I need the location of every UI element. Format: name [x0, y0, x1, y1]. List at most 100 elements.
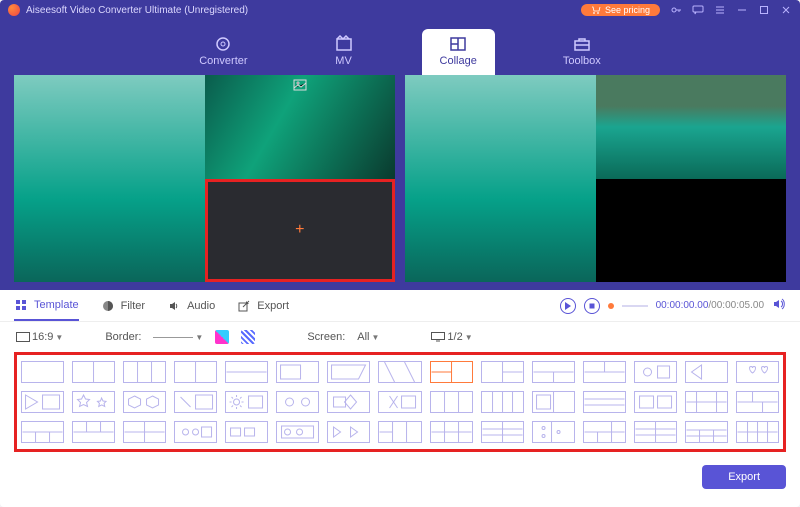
- template-option-24[interactable]: [481, 391, 524, 413]
- close-button[interactable]: [780, 4, 792, 16]
- template-option-25[interactable]: [532, 391, 575, 413]
- subtab-filter[interactable]: Filter: [101, 292, 145, 320]
- template-option-41[interactable]: [583, 421, 626, 443]
- template-option-39[interactable]: [481, 421, 524, 443]
- template-option-12[interactable]: [634, 361, 677, 383]
- template-option-17[interactable]: [123, 391, 166, 413]
- title-bar: Aiseesoft Video Converter Ultimate (Unre…: [0, 0, 800, 20]
- sub-tab-bar: Template Filter Audio Export 00:00:00.00…: [0, 290, 800, 322]
- template-option-36[interactable]: [327, 421, 370, 443]
- preview-cell-2: [405, 75, 596, 282]
- template-option-44[interactable]: [736, 421, 779, 443]
- preview-cell-1: [596, 75, 787, 179]
- template-option-21[interactable]: [327, 391, 370, 413]
- border-style-dropdown[interactable]: ▼: [153, 333, 203, 342]
- template-option-3[interactable]: [174, 361, 217, 383]
- screen-dropdown[interactable]: All ▼: [357, 331, 379, 343]
- tab-converter-label: Converter: [199, 55, 247, 67]
- split-dropdown[interactable]: 1/2 ▼: [431, 331, 472, 343]
- template-option-15[interactable]: [21, 391, 64, 413]
- border-color-picker[interactable]: [215, 330, 229, 344]
- template-option-0[interactable]: [21, 361, 64, 383]
- playback-track[interactable]: [622, 305, 648, 307]
- template-option-34[interactable]: [225, 421, 268, 443]
- template-option-42[interactable]: [634, 421, 677, 443]
- template-option-43[interactable]: [685, 421, 728, 443]
- template-option-40[interactable]: [532, 421, 575, 443]
- template-option-26[interactable]: [583, 391, 626, 413]
- template-option-22[interactable]: [378, 391, 421, 413]
- feedback-icon[interactable]: [692, 4, 704, 16]
- tab-converter[interactable]: Converter: [181, 29, 265, 75]
- image-placeholder-icon: [293, 79, 307, 91]
- mv-icon: [334, 35, 354, 53]
- tab-toolbox[interactable]: Toolbox: [545, 29, 619, 75]
- minimize-button[interactable]: [736, 4, 748, 16]
- collage-icon: [448, 35, 468, 53]
- play-button[interactable]: [560, 298, 576, 314]
- app-logo-icon: [8, 4, 20, 16]
- border-label: Border:: [105, 331, 141, 343]
- ratio-icon: [16, 332, 30, 342]
- template-option-23[interactable]: [430, 391, 473, 413]
- template-grid-wrap: [14, 352, 786, 452]
- template-option-13[interactable]: [685, 361, 728, 383]
- see-pricing-label: See pricing: [605, 5, 650, 15]
- template-option-14[interactable]: [736, 361, 779, 383]
- template-option-2[interactable]: [123, 361, 166, 383]
- template-option-30[interactable]: [21, 421, 64, 443]
- border-line-icon: [153, 337, 193, 338]
- options-bar: 16:9 ▼ Border: ▼ Screen: All ▼ 1/2 ▼: [0, 322, 800, 352]
- template-option-5[interactable]: [276, 361, 319, 383]
- screen-label: Screen:: [307, 331, 345, 343]
- playhead-marker[interactable]: [608, 303, 614, 309]
- footer: Export: [0, 460, 800, 494]
- see-pricing-button[interactable]: See pricing: [581, 4, 660, 16]
- template-option-7[interactable]: [378, 361, 421, 383]
- subtab-export[interactable]: Export: [237, 292, 289, 320]
- menu-icon[interactable]: [714, 4, 726, 16]
- tab-toolbox-label: Toolbox: [563, 55, 601, 67]
- export-button[interactable]: Export: [702, 465, 786, 489]
- subtab-template[interactable]: Template: [14, 291, 79, 321]
- template-option-4[interactable]: [225, 361, 268, 383]
- template-option-9[interactable]: [481, 361, 524, 383]
- template-option-1[interactable]: [72, 361, 115, 383]
- collage-preview: [405, 75, 786, 282]
- template-option-27[interactable]: [634, 391, 677, 413]
- template-option-38[interactable]: [430, 421, 473, 443]
- template-option-28[interactable]: [685, 391, 728, 413]
- template-option-35[interactable]: [276, 421, 319, 443]
- template-option-37[interactable]: [378, 421, 421, 443]
- template-option-31[interactable]: [72, 421, 115, 443]
- collage-add-cell[interactable]: +: [205, 179, 396, 283]
- template-option-18[interactable]: [174, 391, 217, 413]
- collage-editor[interactable]: +: [14, 75, 395, 282]
- preview-cell-3: [596, 179, 787, 283]
- subtab-audio[interactable]: Audio: [167, 292, 215, 320]
- template-option-32[interactable]: [123, 421, 166, 443]
- template-option-16[interactable]: [72, 391, 115, 413]
- template-grid: [21, 361, 779, 443]
- template-option-6[interactable]: [327, 361, 370, 383]
- template-option-20[interactable]: [276, 391, 319, 413]
- tab-collage[interactable]: Collage: [422, 29, 495, 75]
- tab-mv[interactable]: MV: [316, 29, 372, 75]
- converter-icon: [213, 35, 233, 53]
- collage-cell-2[interactable]: [14, 75, 205, 282]
- template-option-8[interactable]: [430, 361, 473, 383]
- volume-icon[interactable]: [772, 297, 786, 314]
- aspect-ratio-dropdown[interactable]: 16:9 ▼: [16, 331, 63, 343]
- maximize-button[interactable]: [758, 4, 770, 16]
- timecode: 00:00:00.00/00:00:05.00: [656, 300, 764, 311]
- aspect-ratio-value: 16:9: [32, 331, 53, 343]
- border-pattern-picker[interactable]: [241, 330, 255, 344]
- collage-cell-1[interactable]: [205, 75, 396, 179]
- stop-button[interactable]: [584, 298, 600, 314]
- template-option-10[interactable]: [532, 361, 575, 383]
- template-option-11[interactable]: [583, 361, 626, 383]
- template-option-33[interactable]: [174, 421, 217, 443]
- key-icon[interactable]: [670, 4, 682, 16]
- template-option-29[interactable]: [736, 391, 779, 413]
- template-option-19[interactable]: [225, 391, 268, 413]
